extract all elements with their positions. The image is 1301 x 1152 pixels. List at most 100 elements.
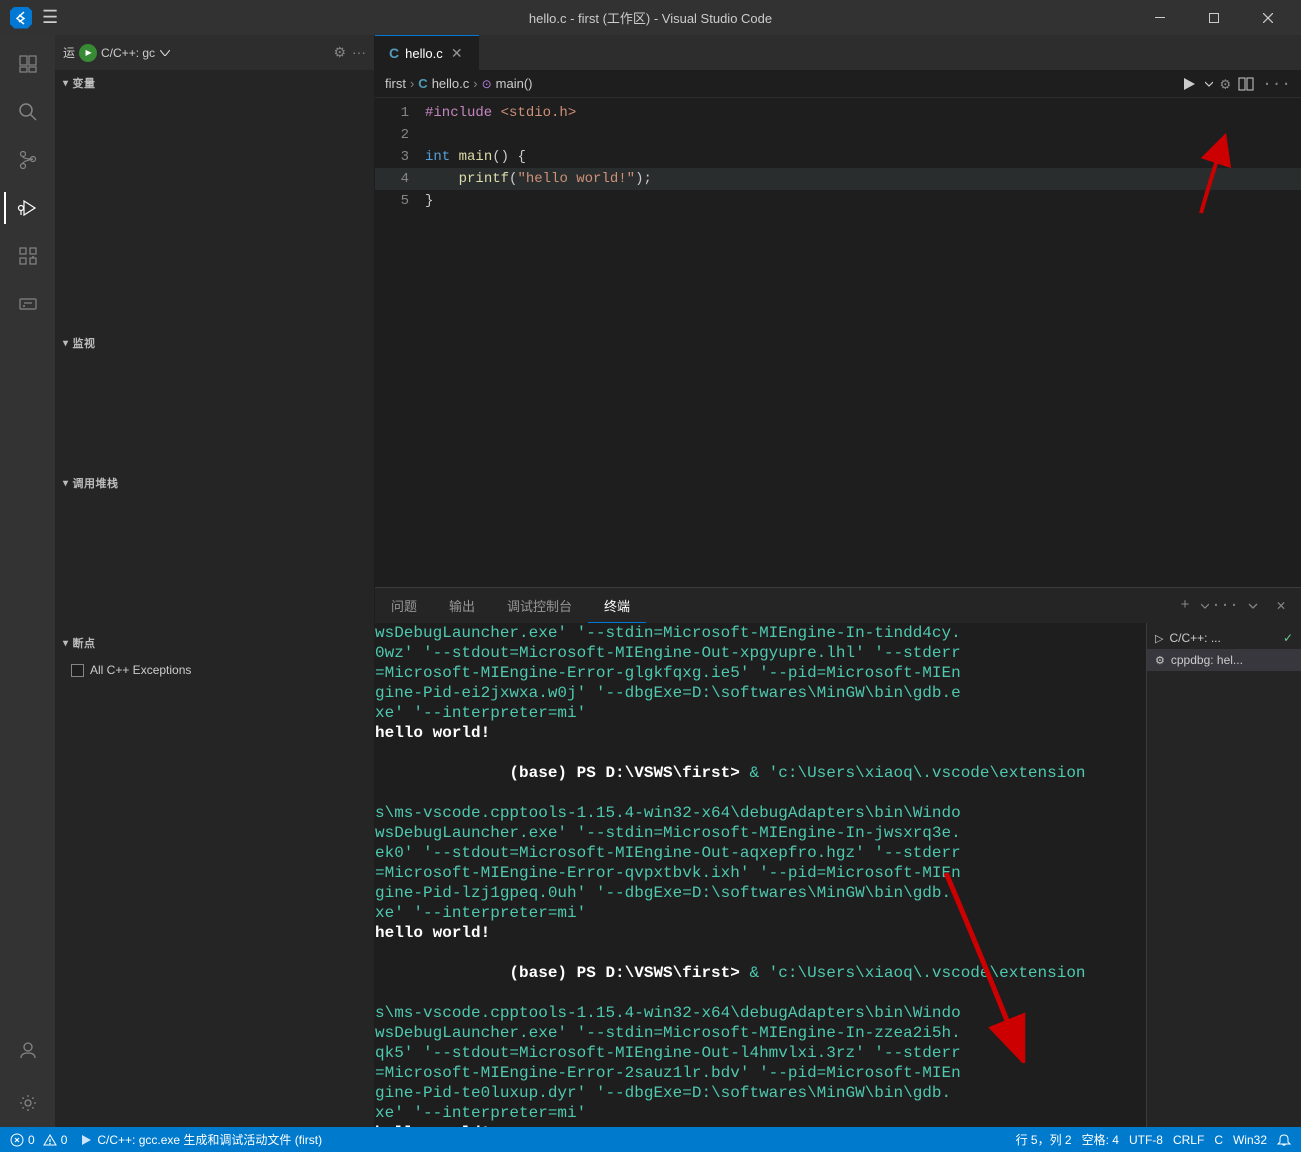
watch-header[interactable]: ▾ 监视 xyxy=(55,330,374,356)
variables-header[interactable]: ▾ 变量 xyxy=(55,70,374,96)
panel-collapse-button[interactable] xyxy=(1241,594,1265,618)
debug-config-label: C/C++: gc xyxy=(101,46,155,60)
breakpoints-section: ▾ 断点 All C++ Exceptions xyxy=(55,630,374,710)
terminal-line-b2-3: ek0' '--stdout=Microsoft-MIEngine-Out-aq… xyxy=(375,843,1146,863)
panel-tabs: 问题 输出 调试控制台 终端 + ··· xyxy=(375,588,1301,623)
activity-search[interactable] xyxy=(4,88,52,136)
app-body: 运 C/C++: gc ⚙ ··· ▾ 变量 ▾ 监视 xyxy=(0,35,1301,1127)
variables-section: ▾ 变量 xyxy=(55,70,374,150)
panel-more-button[interactable]: ··· xyxy=(1213,594,1237,618)
terminal-line-b3-4: =Microsoft-MIEngine-Error-2sauz1lr.bdv' … xyxy=(375,1063,1146,1083)
status-build-label: C/C++: gcc.exe 生成和调试活动文件 (first) xyxy=(97,1131,322,1148)
breakpoint-checkbox-0[interactable] xyxy=(71,664,84,677)
settings-editor-button[interactable]: ⚙ xyxy=(1221,74,1231,94)
titlebar: ☰ hello.c - first (工作区) - Visual Studio … xyxy=(0,0,1301,35)
breadcrumb-workspace[interactable]: first xyxy=(385,76,406,91)
status-platform[interactable]: Win32 xyxy=(1233,1131,1267,1148)
line-content-3: int main() { xyxy=(425,146,526,168)
code-line-4: 4 printf("hello world!"); xyxy=(375,168,1301,190)
code-line-2: 2 xyxy=(375,124,1301,146)
line-number-1: 1 xyxy=(375,102,425,124)
editor-right-tools: ⚙ ··· xyxy=(1181,74,1291,94)
activity-run-debug[interactable] xyxy=(4,184,52,232)
breadcrumb-file[interactable]: hello.c xyxy=(432,76,470,91)
activity-remote[interactable] xyxy=(4,280,52,328)
panel-tab-debug-console[interactable]: 调试控制台 xyxy=(491,588,588,623)
breakpoint-label-0: All C++ Exceptions xyxy=(90,663,191,677)
tab-close-button[interactable]: ✕ xyxy=(449,45,465,61)
breakpoints-header[interactable]: ▾ 断点 xyxy=(55,630,374,656)
status-language[interactable]: C xyxy=(1214,1131,1223,1148)
status-build-info[interactable]: C/C++: gcc.exe 生成和调试活动文件 (first) xyxy=(79,1131,322,1148)
breadcrumb-sep-1: › xyxy=(410,76,414,91)
activity-account[interactable] xyxy=(4,1026,52,1074)
run-dropdown-arrow[interactable] xyxy=(1205,78,1213,90)
variables-chevron: ▾ xyxy=(63,78,69,89)
terminal-instance-0-icon: ▷ xyxy=(1155,632,1163,645)
close-button[interactable] xyxy=(1245,0,1291,35)
activity-extensions[interactable] xyxy=(4,232,52,280)
terminal-main[interactable]: wsDebugLauncher.exe' '--stdin=Microsoft-… xyxy=(375,623,1146,1127)
minimize-button[interactable] xyxy=(1137,0,1183,35)
panel-close-button[interactable]: ✕ xyxy=(1269,594,1293,618)
sidebar-toolbar-icons: ⚙ ··· xyxy=(333,44,366,61)
activity-explorer[interactable] xyxy=(4,40,52,88)
panel-tab-output[interactable]: 输出 xyxy=(433,588,491,623)
panel-tab-problems[interactable]: 问题 xyxy=(375,588,433,623)
terminal-line-prompt1: (base) PS D:\VSWS\first> & 'c:\Users\xia… xyxy=(375,743,1146,803)
terminal-line-3: =Microsoft-MIEngine-Error-glgkfqxg.ie5' … xyxy=(375,663,1146,683)
activity-settings[interactable] xyxy=(4,1079,52,1127)
debug-play-button[interactable] xyxy=(79,44,97,62)
tab-hello-c[interactable]: C hello.c ✕ xyxy=(375,35,479,70)
panel-tab-debug-label: 调试控制台 xyxy=(507,596,572,615)
split-editor-button[interactable] xyxy=(1238,77,1254,91)
main-area: C hello.c ✕ first › C hello.c › ⊙ main() xyxy=(375,35,1301,1127)
window-controls xyxy=(1137,0,1291,35)
terminal-instance-1[interactable]: ⚙ cppdbg: hel... xyxy=(1147,649,1301,671)
hamburger-menu[interactable]: ☰ xyxy=(42,7,58,29)
status-spaces[interactable]: 空格: 4 xyxy=(1082,1131,1119,1148)
watch-section: ▾ 监视 xyxy=(55,330,374,390)
vscode-logo xyxy=(10,7,32,29)
new-terminal-button[interactable]: + xyxy=(1173,594,1197,618)
status-encoding[interactable]: UTF-8 xyxy=(1129,1131,1163,1148)
titlebar-left: ☰ xyxy=(10,7,58,29)
run-button[interactable] xyxy=(1181,76,1197,92)
terminal-line-b3-2: wsDebugLauncher.exe' '--stdin=Microsoft-… xyxy=(375,1023,1146,1043)
callstack-header[interactable]: ▾ 调用堆栈 xyxy=(55,470,374,496)
run-label: 运 xyxy=(63,44,75,61)
terminal-instance-0-name: C/C++: ... xyxy=(1169,631,1276,645)
status-line-ending[interactable]: CRLF xyxy=(1173,1131,1204,1148)
terminal-line-b2-4: =Microsoft-MIEngine-Error-qvpxtbvk.ixh' … xyxy=(375,863,1146,883)
maximize-button[interactable] xyxy=(1191,0,1237,35)
status-line-col[interactable]: 行 5，列 2 xyxy=(1016,1131,1072,1148)
activity-source-control[interactable] xyxy=(4,136,52,184)
status-notifications[interactable] xyxy=(1277,1131,1291,1148)
terminal-instance-1-icon: ⚙ xyxy=(1155,654,1165,667)
new-terminal-dropdown[interactable] xyxy=(1201,602,1209,610)
more-icon[interactable]: ··· xyxy=(352,44,366,61)
panel-tab-terminal[interactable]: 终端 xyxy=(588,588,646,623)
status-bar: 0 0 C/C++: gcc.exe 生成和调试活动文件 (first) 行 5… xyxy=(0,1127,1301,1152)
editor-content[interactable]: 1 #include <stdio.h> 2 3 int main() { xyxy=(375,98,1301,587)
breadcrumb: first › C hello.c › ⊙ main() xyxy=(385,76,533,91)
breadcrumb-symbol[interactable]: main() xyxy=(496,76,533,91)
callstack-section: ▾ 调用堆栈 xyxy=(55,470,374,550)
chevron-down-icon xyxy=(160,50,170,56)
line-number-2: 2 xyxy=(375,124,425,146)
breakpoint-item-0[interactable]: All C++ Exceptions xyxy=(55,660,374,680)
editor-top: 1 #include <stdio.h> 2 3 int main() { xyxy=(375,98,1301,587)
terminal-line-4: gine-Pid-ei2jxwxa.w0j' '--dbgExe=D:\soft… xyxy=(375,683,1146,703)
settings-icon[interactable]: ⚙ xyxy=(333,44,346,61)
status-errors[interactable]: 0 0 xyxy=(10,1133,67,1147)
code-line-1: 1 #include <stdio.h> xyxy=(375,102,1301,124)
terminal-line-b2-5: gine-Pid-lzj1gpeq.0uh' '--dbgExe=D:\soft… xyxy=(375,883,1146,903)
more-editor-button[interactable]: ··· xyxy=(1262,75,1291,93)
terminal-instance-1-name: cppdbg: hel... xyxy=(1171,653,1243,667)
symbol-icon: ⊙ xyxy=(482,77,492,91)
terminal-line-2: 0wz' '--stdout=Microsoft-MIEngine-Out-xp… xyxy=(375,643,1146,663)
terminal-instance-0[interactable]: ▷ C/C++: ... ✓ xyxy=(1147,627,1301,649)
status-errors-count: 0 xyxy=(28,1133,35,1147)
sidebar: 运 C/C++: gc ⚙ ··· ▾ 变量 ▾ 监视 xyxy=(55,35,375,1127)
breakpoints-list: All C++ Exceptions xyxy=(55,656,374,684)
